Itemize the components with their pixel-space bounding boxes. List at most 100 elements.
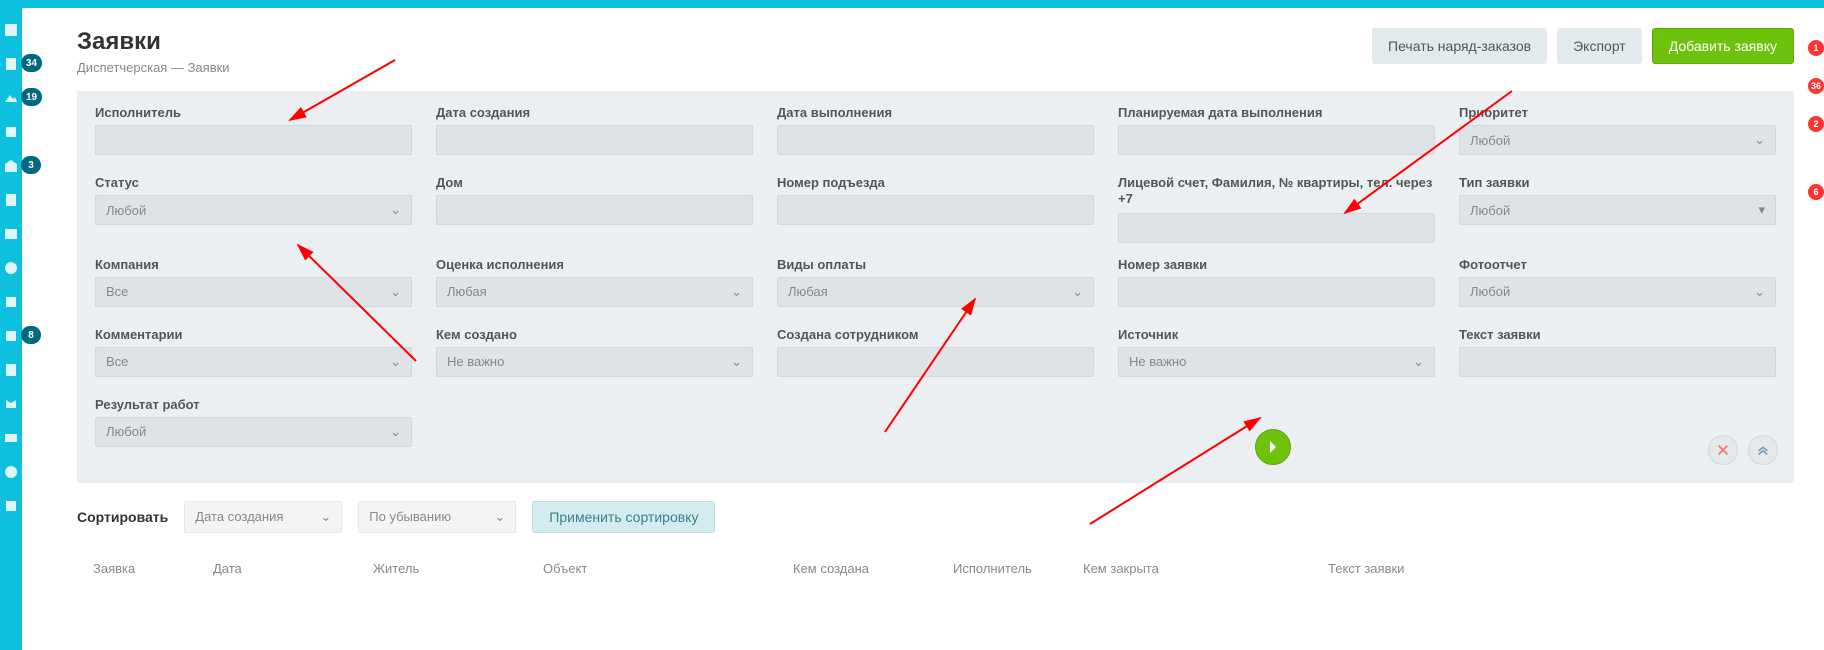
filter-house: Дом [436,175,753,243]
sidebar-item-13[interactable] [1,428,21,448]
filter-type: Тип заявкиЛюбой▾ [1459,175,1776,243]
header-row: Заявки Диспетчерская — Заявки Печать нар… [77,28,1794,75]
chevron-right-icon [1265,439,1281,455]
filter-executor: Исполнитель [95,105,412,161]
filter-done-date-input[interactable] [777,125,1094,155]
sort-label: Сортировать [77,509,168,525]
filter-source-select[interactable]: Не важно⌄ [1118,347,1435,377]
filter-entrance: Номер подъезда [777,175,1094,243]
reset-filters-button[interactable] [1708,435,1738,465]
top-bar [0,0,1824,8]
chevron-down-icon: ⌄ [1413,354,1424,370]
filter-comments: КомментарииВсе⌄ [95,327,412,383]
filter-photo-select[interactable]: Любой⌄ [1459,277,1776,307]
filter-company: КомпанияВсе⌄ [95,257,412,313]
filter-number-input[interactable] [1118,277,1435,307]
sidebar-item-6[interactable] [1,190,21,210]
sidebar-item-5[interactable]: 3 [1,156,21,176]
filter-priority-select[interactable]: Любой⌄ [1459,125,1776,155]
close-icon [1716,443,1730,457]
filter-type-select[interactable]: Любой▾ [1459,195,1776,225]
breadcrumb-link[interactable]: Диспетчерская [77,60,167,75]
filter-executor-label: Исполнитель [95,105,412,120]
filter-payment: Виды оплатыЛюбая⌄ [777,257,1094,313]
filter-entrance-input[interactable] [777,195,1094,225]
right-badge-1[interactable]: 1 [1808,40,1824,56]
sidebar-item-10[interactable]: 8 [1,326,21,346]
col-resident: Житель [373,561,543,576]
filter-source: ИсточникНе важно⌄ [1118,327,1435,383]
double-chevron-up-icon [1756,443,1770,457]
chevron-down-icon: ⌄ [731,284,742,300]
filter-comments-select[interactable]: Все⌄ [95,347,412,377]
breadcrumb-sep: — [167,60,187,75]
col-created-by: Кем создана [793,561,953,576]
sidebar-item-9[interactable] [1,292,21,312]
breadcrumb-current: Заявки [188,60,230,75]
filter-created-by-staff-input[interactable] [777,347,1094,377]
filter-status-select[interactable]: Любой⌄ [95,195,412,225]
content-area: Заявки Диспетчерская — Заявки Печать нар… [22,8,1824,650]
print-button[interactable]: Печать наряд-заказов [1372,28,1547,64]
col-closed-by: Кем закрыта [1083,561,1328,576]
apply-sort-button[interactable]: Применить сортировку [532,501,715,533]
sort-field-select[interactable]: Дата создания⌄ [184,501,342,533]
filters-panel: Исполнитель Дата создания Дата выполнени… [77,91,1794,483]
sidebar-item-15[interactable] [1,496,21,516]
filter-priority: ПриоритетЛюбой⌄ [1459,105,1776,161]
chevron-down-icon: ⌄ [494,509,505,525]
export-button[interactable]: Экспорт [1557,28,1642,64]
filter-planned-date: Планируемая дата выполнения [1118,105,1435,161]
sidebar: 34 19 3 8 [0,8,22,650]
chevron-down-icon: ⌄ [390,284,401,300]
filter-created-by-kind: Кем созданоНе важно⌄ [436,327,753,383]
col-date: Дата [213,561,373,576]
collapse-filters-button[interactable] [1748,435,1778,465]
chevron-down-icon: ⌄ [1072,284,1083,300]
right-badge-2[interactable]: 36 [1808,78,1824,94]
filter-account-input[interactable] [1118,213,1435,243]
filter-done-date: Дата выполнения [777,105,1094,161]
apply-filters-button[interactable] [1255,429,1291,465]
sidebar-item-14[interactable] [1,462,21,482]
col-executor: Исполнитель [953,561,1083,576]
filter-grade-select[interactable]: Любая⌄ [436,277,753,307]
filter-photo: ФотоотчетЛюбой⌄ [1459,257,1776,313]
sidebar-item-12[interactable] [1,394,21,414]
filter-created-by-kind-select[interactable]: Не важно⌄ [436,347,753,377]
sidebar-item-2[interactable]: 34 [1,54,21,74]
table-header: Заявка Дата Житель Объект Кем создана Ис… [77,547,1794,590]
col-text: Текст заявки [1328,561,1794,576]
sidebar-item-3[interactable]: 19 [1,88,21,108]
filter-house-input[interactable] [436,195,753,225]
sidebar-item-4[interactable] [1,122,21,142]
filter-payment-select[interactable]: Любая⌄ [777,277,1094,307]
page-title: Заявки [77,28,230,56]
filter-status: СтатусЛюбой⌄ [95,175,412,243]
chevron-down-icon: ⌄ [1754,132,1765,148]
right-badge-4[interactable]: 6 [1808,184,1824,200]
filter-created-by-staff: Создана сотрудником [777,327,1094,383]
filter-result-select[interactable]: Любой⌄ [95,417,412,447]
filter-company-select[interactable]: Все⌄ [95,277,412,307]
filter-text-input[interactable] [1459,347,1776,377]
filter-account: Лицевой счет, Фамилия, № квартиры, тел. … [1118,175,1435,243]
sort-row: Сортировать Дата создания⌄ По убыванию⌄ … [77,501,1794,533]
filter-created-date-input[interactable] [436,125,753,155]
chevron-down-icon: ⌄ [320,509,331,525]
sidebar-item-1[interactable] [1,20,21,40]
right-badge-3[interactable]: 2 [1808,116,1824,132]
filter-result: Результат работЛюбой⌄ [95,397,412,453]
filter-created-date: Дата создания [436,105,753,161]
col-object: Объект [543,561,793,576]
filter-number: Номер заявки [1118,257,1435,313]
filter-executor-input[interactable] [95,125,412,155]
sort-direction-select[interactable]: По убыванию⌄ [358,501,516,533]
sidebar-item-11[interactable] [1,360,21,380]
sidebar-item-8[interactable] [1,258,21,278]
sidebar-item-7[interactable] [1,224,21,244]
filter-text: Текст заявки [1459,327,1776,383]
add-request-button[interactable]: Добавить заявку [1652,28,1794,64]
caret-down-icon: ▾ [1758,202,1765,218]
filter-planned-date-input[interactable] [1118,125,1435,155]
